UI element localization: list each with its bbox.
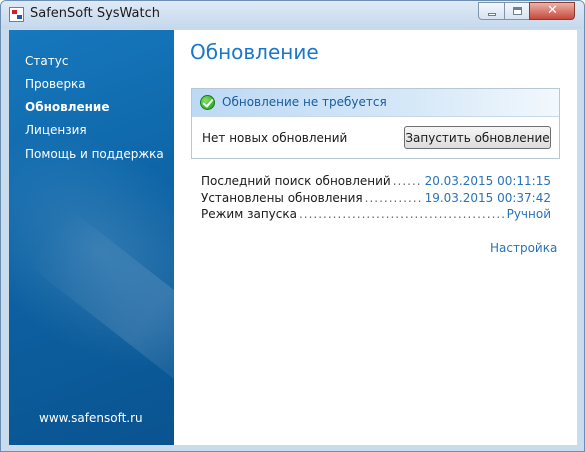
sidebar: Статус Проверка Обновление Лицензия Помо… bbox=[9, 30, 174, 445]
launch-mode-link[interactable]: Ручной bbox=[507, 207, 551, 221]
info-row-installed: Установлены обновления 19.03.2015 00:37:… bbox=[201, 191, 551, 207]
website-link[interactable]: www.safensoft.ru bbox=[39, 411, 143, 425]
sidebar-item-license[interactable]: Лицензия bbox=[25, 123, 87, 137]
sidebar-item-scan[interactable]: Проверка bbox=[25, 77, 86, 91]
dot-leader bbox=[393, 174, 423, 188]
info-label: Последний поиск обновлений bbox=[201, 174, 391, 188]
minimize-button[interactable] bbox=[478, 2, 505, 20]
info-row-launch-mode: Режим запуска Ручной bbox=[201, 207, 551, 223]
window-title: SafenSoft SysWatch bbox=[30, 6, 161, 21]
info-row-last-check: Последний поиск обновлений 20.03.2015 00… bbox=[201, 174, 551, 190]
maximize-button[interactable] bbox=[504, 2, 530, 20]
close-button[interactable]: ✕ bbox=[529, 2, 575, 20]
title-bar[interactable]: SafenSoft SysWatch ✕ bbox=[1, 1, 584, 29]
info-label: Режим запуска bbox=[201, 207, 297, 221]
app-logo-icon[interactable] bbox=[9, 7, 24, 22]
sidebar-item-update[interactable]: Обновление bbox=[25, 100, 109, 114]
update-status-panel: Обновление не требуется Нет новых обновл… bbox=[191, 88, 560, 159]
sidebar-item-status[interactable]: Статус bbox=[25, 54, 68, 68]
info-value: 20.03.2015 00:11:15 bbox=[424, 174, 551, 188]
main-panel: Обновление Обновление не требуется Нет н… bbox=[174, 30, 577, 445]
status-banner: Обновление не требуется bbox=[192, 89, 559, 117]
sidebar-item-help[interactable]: Помощь и поддержка bbox=[25, 147, 164, 161]
settings-link[interactable]: Настройка bbox=[490, 241, 557, 255]
info-value: 19.03.2015 00:37:42 bbox=[424, 191, 551, 205]
page-title: Обновление bbox=[190, 40, 319, 64]
close-icon: ✕ bbox=[547, 3, 558, 18]
minimize-icon bbox=[488, 13, 496, 16]
run-update-button[interactable]: Запустить обновление bbox=[404, 126, 551, 149]
info-label: Установлены обновления bbox=[201, 191, 363, 205]
status-message: Обновление не требуется bbox=[222, 95, 387, 109]
app-window: SafenSoft SysWatch ✕ Статус Проверка Обн… bbox=[0, 0, 585, 452]
dot-leader bbox=[365, 191, 423, 205]
dot-leader bbox=[299, 207, 505, 221]
maximize-icon bbox=[513, 7, 522, 15]
check-circle-icon bbox=[200, 95, 215, 110]
no-updates-label: Нет новых обновлений bbox=[202, 131, 348, 145]
